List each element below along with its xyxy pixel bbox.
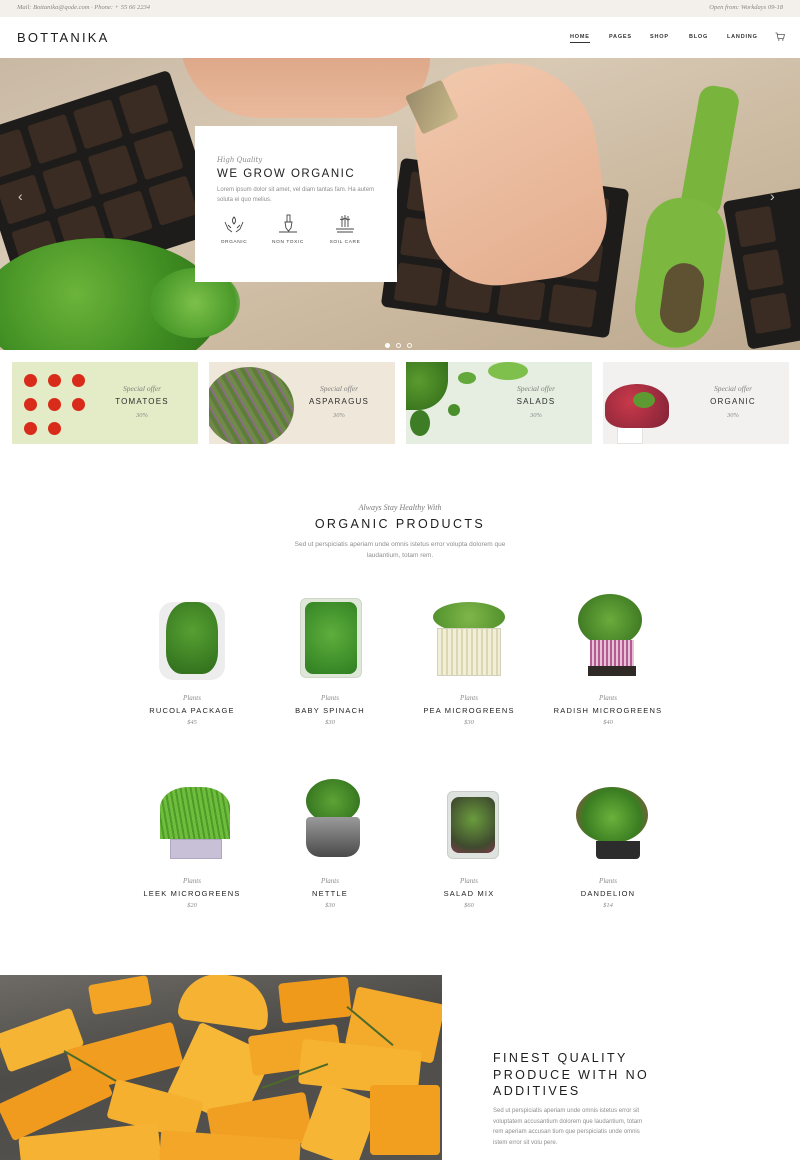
hand-left xyxy=(180,58,430,118)
offer-banner-tomatoes[interactable]: Special offer TOMATOES 30% xyxy=(12,362,198,444)
nav-pages[interactable]: PAGES xyxy=(609,34,632,40)
feature-organic: ORGANIC xyxy=(212,214,256,245)
product-price: $45 xyxy=(187,719,197,726)
offer-name: TOMATOES xyxy=(115,397,169,406)
product-name[interactable]: SALAD MIX xyxy=(404,889,534,898)
product-price: $20 xyxy=(187,902,197,909)
offer-percent: 30% xyxy=(727,412,739,419)
product-name[interactable]: RUCOLA PACKAGE xyxy=(127,706,257,715)
product-name[interactable]: LEEK MICROGREENS xyxy=(127,889,257,898)
product-price: $14 xyxy=(603,902,613,909)
hero-info-card: High Quality WE GROW ORGANIC Lorem ipsum… xyxy=(195,126,397,282)
offer-kicker: Special offer xyxy=(713,384,753,393)
offer-banner-salads[interactable]: Special offer SALADS 30% xyxy=(406,362,592,444)
product-category: Plants xyxy=(460,694,478,702)
product-category: Plants xyxy=(183,694,201,702)
product-name[interactable]: BABY SPINACH xyxy=(265,706,395,715)
slider-dot-1[interactable] xyxy=(385,343,390,348)
offer-banner-asparagus[interactable]: Special offer ASPARAGUS 30% xyxy=(209,362,395,444)
product-card[interactable]: Plants BABY SPINACH $30 xyxy=(265,594,395,726)
product-price: $30 xyxy=(325,902,335,909)
slider-dot-2[interactable] xyxy=(396,343,401,348)
tomatoes-image xyxy=(24,374,90,436)
finest-quality-description: Sed ut perspiciatis aperiam unde omnis i… xyxy=(493,1108,643,1146)
feature-soil-care: SOIL CARE xyxy=(323,214,367,245)
product-price: $30 xyxy=(325,719,335,726)
product-image-pea-microgreens[interactable] xyxy=(419,594,519,684)
slider-prev-arrow[interactable]: ‹ xyxy=(18,188,23,204)
product-category: Plants xyxy=(460,877,478,885)
nav-home[interactable]: HOME xyxy=(570,34,590,43)
product-card[interactable]: Plants RADISH MICROGREENS $40 xyxy=(543,594,673,726)
cart-icon[interactable] xyxy=(775,32,785,41)
offer-kicker: Special offer xyxy=(516,384,556,393)
product-name[interactable]: PEA MICROGREENS xyxy=(404,706,534,715)
wheat-icon xyxy=(336,215,354,233)
section-kicker: Always Stay Healthy With xyxy=(358,503,442,512)
product-category: Plants xyxy=(321,877,339,885)
offer-percent: 30% xyxy=(530,412,542,419)
offer-name: ORGANIC xyxy=(710,397,756,406)
hero-description: Lorem ipsum dolor sit amet, vel diam tan… xyxy=(217,187,375,203)
product-category: Plants xyxy=(183,877,201,885)
slider-dot-3[interactable] xyxy=(407,343,412,348)
opening-hours: Open from: Workdays 09-18 xyxy=(709,4,783,11)
offer-name: ASPARAGUS xyxy=(309,397,369,406)
offer-name: SALADS xyxy=(516,397,556,406)
offer-banner-organic[interactable]: Special offer ORGANIC 30% xyxy=(603,362,789,444)
nav-blog[interactable]: BLOG xyxy=(689,34,708,40)
feature-non-toxic-label: NON TOXIC xyxy=(272,240,304,245)
product-card[interactable]: Plants NETTLE $30 xyxy=(265,777,395,909)
main-header: BOTTANIKA HOME PAGES SHOP BLOG LANDING xyxy=(0,17,800,58)
nav-landing[interactable]: LANDING xyxy=(727,34,758,40)
product-image-dandelion[interactable] xyxy=(558,777,658,867)
feature-organic-label: ORGANIC xyxy=(220,240,248,245)
product-price: $40 xyxy=(603,719,613,726)
roasted-pumpkin-image xyxy=(0,975,442,1160)
finest-quality-title: FINEST QUALITY PRODUCE WITH NO ADDITIVES xyxy=(493,1051,650,1098)
section-description: Sed ut perspiciatis aperiam unde omnis i… xyxy=(294,541,506,559)
site-logo[interactable]: BOTTANIKA xyxy=(17,30,110,45)
salad-leaves-image xyxy=(406,362,448,410)
product-image-rucola[interactable] xyxy=(142,594,242,684)
offer-kicker: Special offer xyxy=(319,384,359,393)
slider-next-arrow[interactable]: › xyxy=(770,188,775,204)
product-image-nettle[interactable] xyxy=(280,777,380,867)
feature-soil-care-label: SOIL CARE xyxy=(329,240,361,245)
product-category: Plants xyxy=(321,694,339,702)
offer-percent: 30% xyxy=(333,412,345,419)
product-card[interactable]: Plants LEEK MICROGREENS $20 xyxy=(127,777,257,909)
shovel-icon xyxy=(279,214,297,233)
nav-shop[interactable]: SHOP xyxy=(650,34,669,40)
contact-info: Mail: Bottanika@qode.com · Phone: + 55 6… xyxy=(17,4,150,11)
product-name[interactable]: NETTLE xyxy=(265,889,395,898)
hands-leaf-icon xyxy=(224,216,244,233)
feature-non-toxic: NON TOXIC xyxy=(266,214,310,245)
product-card[interactable]: Plants RUCOLA PACKAGE $45 xyxy=(127,594,257,726)
product-card[interactable]: Plants SALAD MIX $60 xyxy=(404,777,534,909)
section-title: ORGANIC PRODUCTS xyxy=(314,517,486,531)
product-image-salad-mix[interactable] xyxy=(419,777,519,867)
product-price: $60 xyxy=(464,902,474,909)
offer-percent: 30% xyxy=(136,412,148,419)
asparagus-image xyxy=(209,367,294,444)
product-card[interactable]: Plants DANDELION $14 xyxy=(543,777,673,909)
hero-kicker: High Quality xyxy=(217,156,263,164)
product-category: Plants xyxy=(599,694,617,702)
hero-title: WE GROW ORGANIC xyxy=(217,168,356,180)
product-price: $30 xyxy=(464,719,474,726)
product-image-baby-spinach[interactable] xyxy=(280,594,380,684)
product-image-radish-microgreens[interactable] xyxy=(558,594,658,684)
product-name[interactable]: RADISH MICROGREENS xyxy=(543,706,673,715)
hero-slider: ‹ › xyxy=(0,58,800,350)
slider-pagination xyxy=(385,335,418,353)
product-category: Plants xyxy=(599,877,617,885)
product-name[interactable]: DANDELION xyxy=(543,889,673,898)
product-card[interactable]: Plants PEA MICROGREENS $30 xyxy=(404,594,534,726)
product-image-leek-microgreens[interactable] xyxy=(142,777,242,867)
top-info-bar: Mail: Bottanika@qode.com · Phone: + 55 6… xyxy=(0,0,800,17)
offer-kicker: Special offer xyxy=(122,384,162,393)
